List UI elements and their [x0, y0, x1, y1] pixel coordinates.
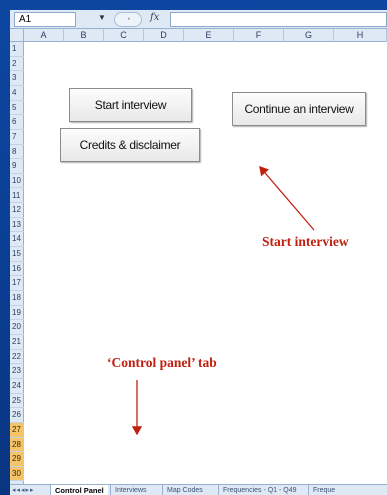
- column-headers: ABCDEFGH: [24, 29, 387, 42]
- column-header-d[interactable]: D: [144, 29, 184, 42]
- row-header-12[interactable]: 12: [10, 203, 24, 218]
- row-header-3[interactable]: 3: [10, 71, 24, 86]
- row-header-22[interactable]: 22: [10, 350, 24, 365]
- row-header-7[interactable]: 7: [10, 130, 24, 145]
- row-header-19[interactable]: 19: [10, 306, 24, 321]
- column-header-c[interactable]: C: [104, 29, 144, 42]
- sheet-tabs-bar: ◂◂◂▸▸ Control Panel Interviews Map Codes Fr…: [10, 484, 387, 495]
- sheet-tab-interviews[interactable]: Interviews: [110, 485, 151, 495]
- row-header-4[interactable]: 4: [10, 86, 24, 101]
- row-header-16[interactable]: 16: [10, 262, 24, 277]
- row-header-21[interactable]: 21: [10, 335, 24, 350]
- row-header-14[interactable]: 14: [10, 232, 24, 248]
- annotation-start-interview: Start interview: [262, 234, 349, 249]
- slide-frame: A1 ▼ ◔ fx ABCDEFGH 1 2 3 4 5 6 7 8 9 10 11 12 13 14 15…: [0, 0, 387, 495]
- formula-input[interactable]: [170, 12, 387, 27]
- column-header-h[interactable]: H: [334, 29, 387, 42]
- spreadsheet-grid[interactable]: ABCDEFGH 1 2 3 4 5 6 7 8 9 10 11 12 13 14 15 16 17 18 19 20…: [10, 29, 387, 484]
- formula-cancel-icon[interactable]: ◔: [114, 12, 142, 27]
- tab-navigation-arrows[interactable]: ◂◂◂▸▸: [12, 485, 35, 495]
- row-header-10[interactable]: 10: [10, 174, 24, 189]
- row-header-27[interactable]: 27: [10, 422, 24, 438]
- row-header-8[interactable]: 8: [10, 145, 24, 160]
- select-all-corner[interactable]: [10, 29, 24, 42]
- row-header-11[interactable]: 11: [10, 189, 24, 204]
- start-interview-button[interactable]: Start interview: [69, 88, 192, 122]
- sheet-tab-freque[interactable]: Freque: [308, 485, 339, 495]
- column-header-e[interactable]: E: [184, 29, 234, 42]
- row-header-18[interactable]: 18: [10, 291, 24, 306]
- row-headers: 1 2 3 4 5 6 7 8 9 10 11 12 13 14 15 16 17 18 19 20 21 22 23 24 2…: [10, 42, 24, 484]
- row-header-20[interactable]: 20: [10, 320, 24, 335]
- name-box[interactable]: A1: [14, 12, 76, 27]
- row-header-25[interactable]: 25: [10, 394, 24, 409]
- column-header-g[interactable]: G: [284, 29, 334, 42]
- row-header-2[interactable]: 2: [10, 57, 24, 72]
- column-header-a[interactable]: A: [24, 29, 64, 42]
- annotation-control-panel-tab: ‘Control panel’ tab: [107, 355, 217, 370]
- row-header-1[interactable]: 1: [10, 42, 24, 57]
- row-header-29[interactable]: 29: [10, 452, 24, 467]
- cell-area[interactable]: Start interview Continue an interview Cr…: [24, 42, 387, 484]
- row-header-15[interactable]: 15: [10, 247, 24, 262]
- row-header-24[interactable]: 24: [10, 379, 24, 394]
- chevron-down-icon[interactable]: ▼: [98, 13, 108, 25]
- sheet-tab-frequencies-q1-q49[interactable]: Frequencies - Q1 - Q49: [218, 485, 301, 495]
- row-header-5[interactable]: 5: [10, 101, 24, 116]
- row-header-30[interactable]: 30: [10, 466, 24, 482]
- column-header-f[interactable]: F: [234, 29, 284, 42]
- function-icon[interactable]: fx: [150, 12, 164, 27]
- row-header-9[interactable]: 9: [10, 159, 24, 174]
- row-header-23[interactable]: 23: [10, 364, 24, 379]
- row-header-17[interactable]: 17: [10, 276, 24, 292]
- sheet-tab-map-codes[interactable]: Map Codes: [162, 485, 207, 495]
- column-header-b[interactable]: B: [64, 29, 104, 42]
- continue-interview-button[interactable]: Continue an interview: [232, 92, 366, 126]
- sheet-tab-control-panel[interactable]: Control Panel: [50, 485, 108, 495]
- row-header-6[interactable]: 6: [10, 115, 24, 130]
- row-header-13[interactable]: 13: [10, 218, 24, 233]
- row-header-28[interactable]: 28: [10, 437, 24, 453]
- credits-disclaimer-button[interactable]: Credits & disclaimer: [60, 128, 200, 162]
- row-header-26[interactable]: 26: [10, 408, 24, 423]
- formula-bar: A1 ▼ ◔ fx: [10, 10, 387, 29]
